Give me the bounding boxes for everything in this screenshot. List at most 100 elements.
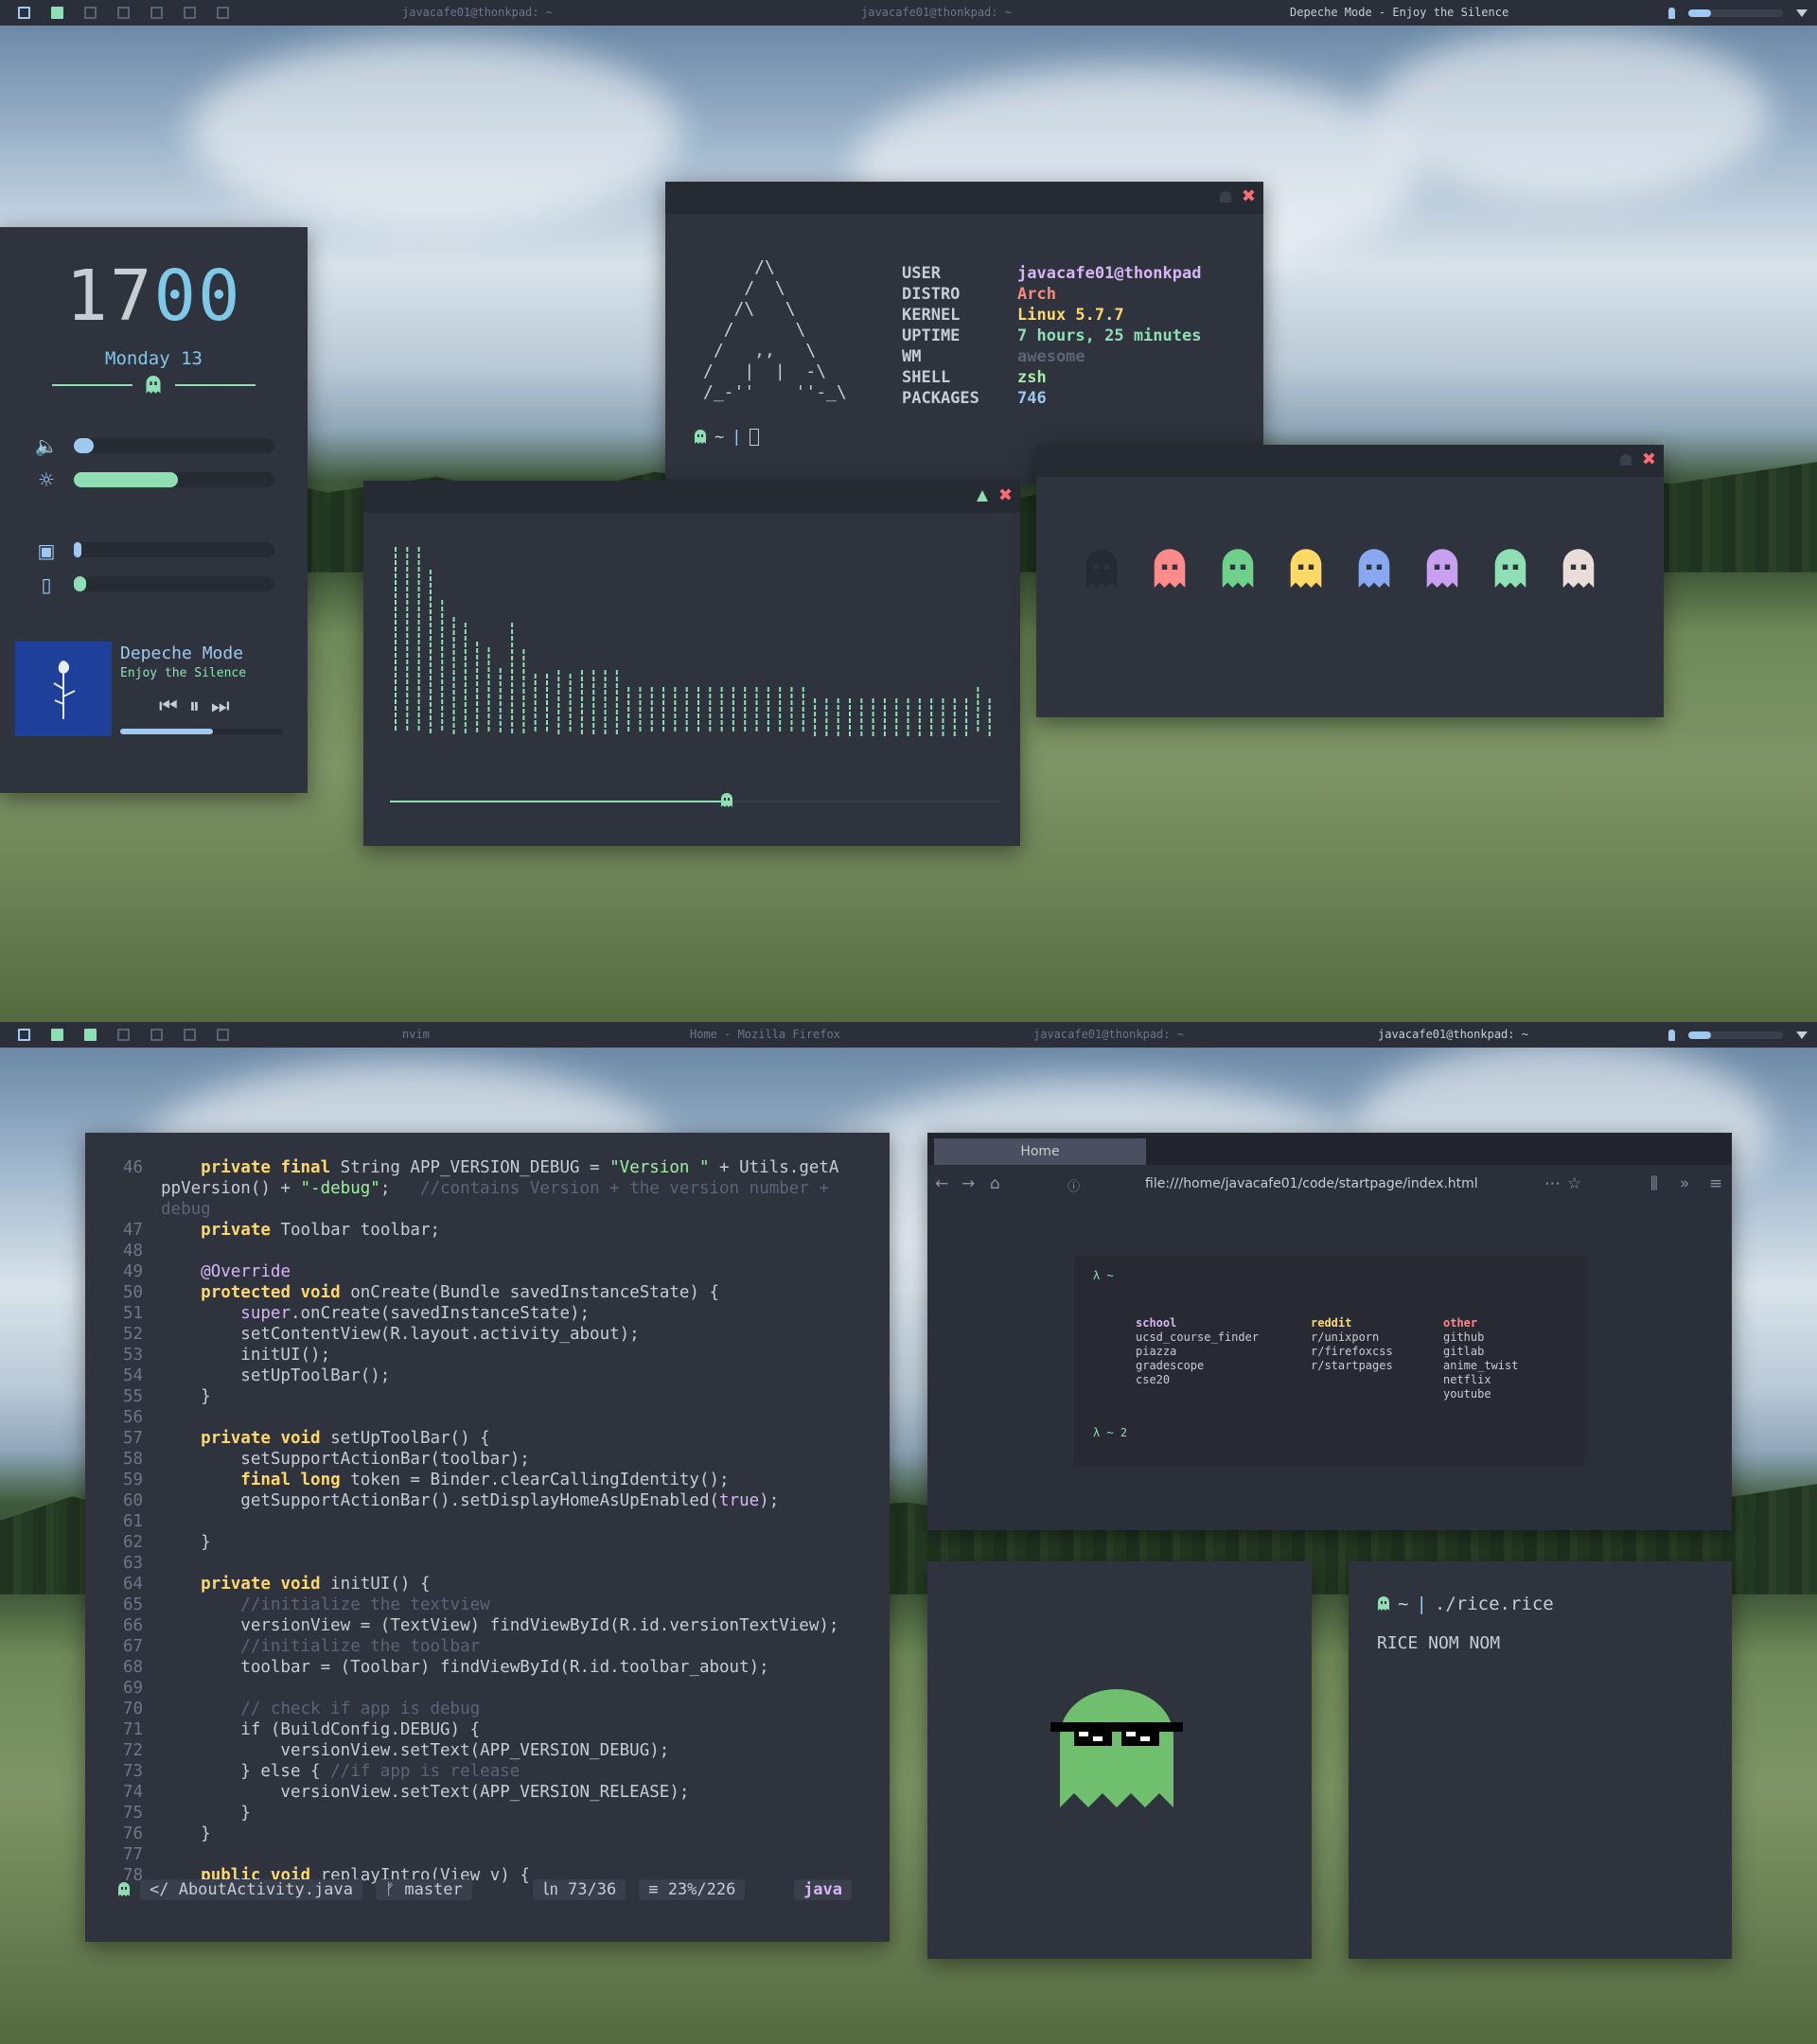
- volume-bar[interactable]: [1688, 1031, 1783, 1039]
- visualizer-bar-segment: [697, 694, 699, 698]
- tag-7[interactable]: [206, 1022, 239, 1048]
- startpage-link[interactable]: r/unixporn: [1311, 1330, 1393, 1345]
- visualizer-bar-segment: [499, 695, 502, 699]
- overflow-icon[interactable]: »: [1680, 1174, 1689, 1193]
- visualizer-bar-segment: [697, 700, 699, 705]
- startpage-link[interactable]: ucsd_course_finder: [1136, 1330, 1259, 1345]
- tag-5[interactable]: [140, 1022, 173, 1048]
- startpage-link[interactable]: anime_twist: [1443, 1359, 1518, 1373]
- tag-6[interactable]: [173, 1022, 206, 1048]
- forward-icon[interactable]: →: [961, 1174, 975, 1193]
- back-icon[interactable]: ←: [935, 1174, 948, 1193]
- visualizer-bar-segment: [452, 690, 455, 695]
- visualizer-bar-segment: [569, 680, 572, 685]
- hamburger-menu-icon[interactable]: ≡: [1709, 1174, 1722, 1193]
- code-area[interactable]: 46 private final String APP_VERSION_DEBU…: [114, 1157, 861, 1886]
- visualizer-bar-segment: [406, 600, 409, 605]
- tag-3[interactable]: [74, 1022, 107, 1048]
- startpage-link[interactable]: youtube: [1443, 1387, 1518, 1401]
- visualizer-bar-segment: [953, 712, 956, 716]
- visualizer-bar-segment: [988, 731, 991, 736]
- tab-home[interactable]: Home: [934, 1138, 1146, 1165]
- task-nvim[interactable]: nvim: [402, 1022, 430, 1048]
- prompt-separator: |: [732, 428, 742, 447]
- visualizer-bar-segment: [860, 718, 863, 723]
- tag-6[interactable]: [173, 0, 206, 26]
- startpage-link[interactable]: piazza: [1136, 1345, 1259, 1359]
- info-icon[interactable]: ⓘ: [1067, 1176, 1080, 1194]
- code-line: 75 }: [123, 1804, 251, 1823]
- task-terminal-2[interactable]: javacafe01@thonkpad: ~: [861, 0, 1012, 26]
- previous-icon[interactable]: ⏮: [159, 695, 178, 718]
- visualizer-bar-segment: [464, 629, 467, 634]
- tag-4[interactable]: [107, 0, 140, 26]
- nvim-editor: 46 private final String APP_VERSION_DEBU…: [85, 1133, 890, 1942]
- more-icon[interactable]: ⋯: [1544, 1174, 1561, 1193]
- home-icon[interactable]: ⌂: [990, 1174, 1000, 1193]
- tag-4[interactable]: [107, 1022, 140, 1048]
- volume-slider[interactable]: [74, 438, 274, 453]
- visualizer-bar-segment: [395, 686, 397, 691]
- close-icon[interactable]: ✖: [998, 486, 1013, 505]
- visualizer-bar-segment: [406, 580, 409, 585]
- fetch-row: DISTRO Arch: [902, 284, 1201, 305]
- visualizer-bar-segment: [429, 669, 432, 674]
- brightness-slider[interactable]: [74, 472, 274, 487]
- tag-1[interactable]: [8, 1022, 41, 1048]
- visualizer-bar-segment: [429, 676, 432, 680]
- song-progress[interactable]: [120, 729, 283, 734]
- code-line: 60 getSupportActionBar().setDisplayHomeA…: [123, 1491, 780, 1510]
- url-bar[interactable]: file:///home/javacafe01/code/startpage/i…: [1055, 1171, 1585, 1197]
- close-icon[interactable]: ✖: [1242, 187, 1256, 206]
- startpage-link[interactable]: netflix: [1443, 1373, 1518, 1387]
- visualizer-bar-segment: [883, 718, 886, 723]
- startpage-prompt-bottom: λ ~ 2: [1093, 1426, 1128, 1439]
- visualizer-bar-segment: [395, 713, 397, 717]
- visualizer-bar-segment: [767, 700, 769, 705]
- visualizer-bar-segment: [837, 705, 839, 710]
- visualizer-bar-segment: [720, 700, 723, 705]
- task-terminal-1[interactable]: javacafe01@thonkpad: ~: [402, 0, 553, 26]
- visualizer-bar-segment: [907, 698, 909, 703]
- next-icon[interactable]: ⏭: [211, 695, 230, 718]
- visualizer-bar-segment: [395, 613, 397, 618]
- visualizer-bar-segment: [918, 718, 921, 723]
- visualizer-bar-segment: [580, 703, 583, 708]
- tag-5[interactable]: [140, 0, 173, 26]
- task-terminal-1[interactable]: javacafe01@thonkpad: ~: [1033, 1022, 1184, 1048]
- startpage-link[interactable]: r/startpages: [1311, 1359, 1393, 1373]
- tag-2[interactable]: [41, 1022, 74, 1048]
- startpage-link[interactable]: r/firefoxcss: [1311, 1345, 1393, 1359]
- tag-1[interactable]: [8, 0, 41, 26]
- library-icon[interactable]: ⫼: [1650, 1174, 1658, 1193]
- visualizer-bar-segment: [557, 723, 560, 728]
- startpage-link[interactable]: gitlab: [1443, 1345, 1518, 1359]
- tag-2[interactable]: [41, 0, 74, 26]
- code-line: 66 versionView = (TextView) findViewById…: [123, 1616, 839, 1635]
- shell-prompt[interactable]: ~ | ./rice.rice: [1377, 1594, 1554, 1614]
- tag-3[interactable]: [74, 0, 107, 26]
- visualizer-bar-segment: [557, 690, 560, 695]
- status-line: </ AboutActivity.java ᚠ master ㏑ 73/36 ≡…: [117, 1878, 865, 1901]
- startpage-link[interactable]: cse20: [1136, 1373, 1259, 1387]
- menu-dropdown-icon[interactable]: [1796, 1031, 1808, 1039]
- volume-bar[interactable]: [1688, 9, 1783, 17]
- visualizer-bar-segment: [650, 707, 653, 712]
- visualizer-bar-segment: [546, 700, 548, 705]
- visualizer-bar-segment: [522, 722, 525, 727]
- startpage-link[interactable]: github: [1443, 1330, 1518, 1345]
- tag-7[interactable]: [206, 0, 239, 26]
- task-music[interactable]: Depeche Mode - Enjoy the Silence: [1290, 0, 1508, 26]
- pause-icon[interactable]: ⏸: [189, 695, 200, 718]
- shell-prompt[interactable]: ~ |: [694, 428, 759, 447]
- visualizer-bar-segment: [429, 596, 432, 601]
- visualizer-bar-segment: [615, 703, 618, 708]
- visualizer-bar-segment: [569, 727, 572, 731]
- task-terminal-2[interactable]: javacafe01@thonkpad: ~: [1378, 1022, 1528, 1048]
- close-icon[interactable]: ✖: [1642, 450, 1656, 469]
- visualizer-bar-segment: [417, 686, 420, 691]
- menu-dropdown-icon[interactable]: [1796, 9, 1808, 17]
- startpage-link[interactable]: gradescope: [1136, 1359, 1259, 1373]
- star-icon[interactable]: ☆: [1567, 1174, 1581, 1193]
- task-firefox[interactable]: Home - Mozilla Firefox: [690, 1022, 840, 1048]
